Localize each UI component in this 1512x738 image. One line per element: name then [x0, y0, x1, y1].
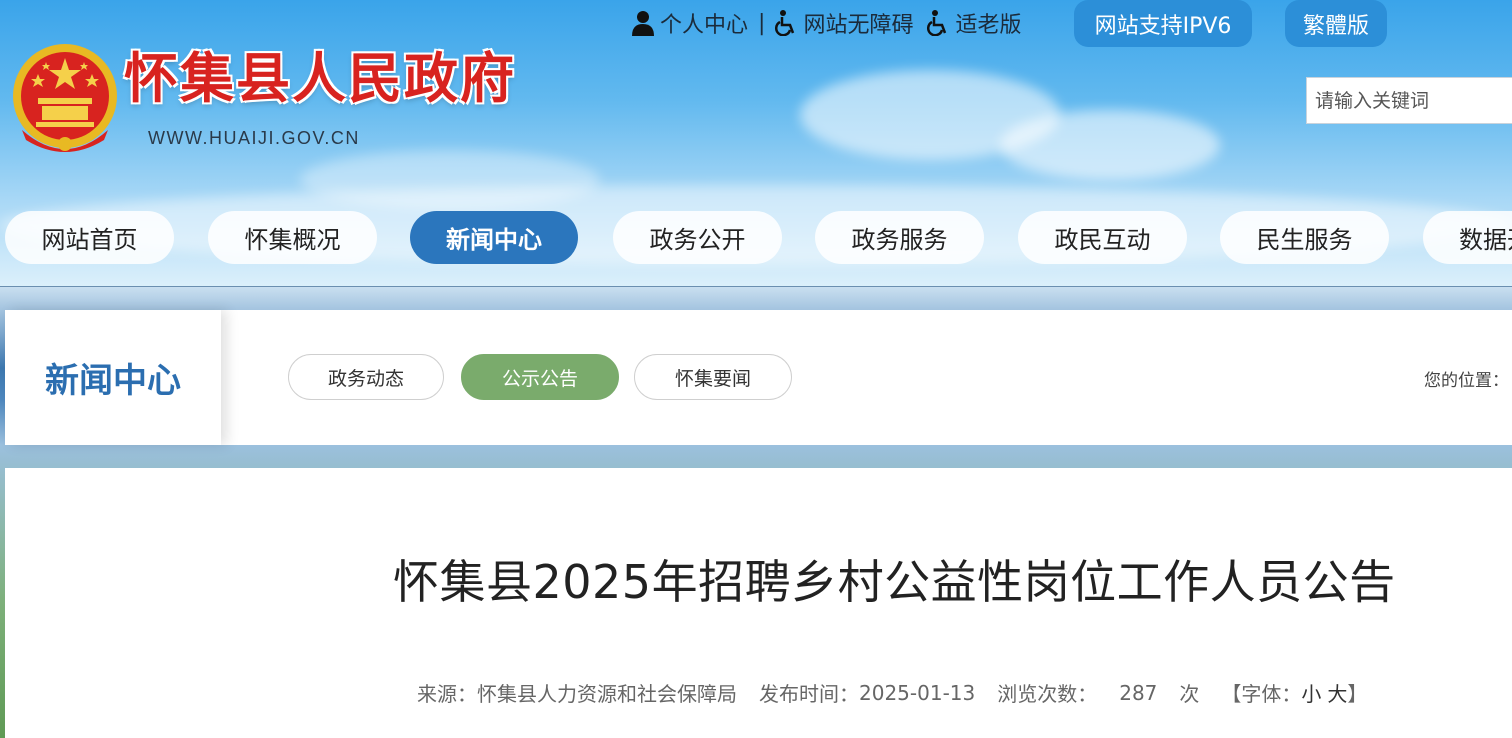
nav-item-interaction[interactable]: 政民互动 — [1018, 211, 1187, 264]
top-links-separator: | — [758, 10, 766, 36]
site-title[interactable]: 怀集县人民政府 — [124, 48, 516, 110]
article-content: 怀集县2025年招聘乡村公益性岗位工作人员公告 来源： 怀集县人力资源和社会保障… — [5, 468, 1512, 738]
views-label: 浏览次数： — [997, 682, 1098, 706]
cloud-decoration — [1000, 110, 1220, 180]
article-title: 怀集县2025年招聘乡村公益性岗位工作人员公告 — [393, 555, 1396, 609]
traditional-chinese-button[interactable]: 繁體版 — [1285, 0, 1387, 47]
section-title-box: 新闻中心 — [5, 310, 221, 445]
views-unit: 次 — [1179, 682, 1200, 706]
nav-item-open-data[interactable]: 数据开 — [1423, 211, 1512, 264]
national-emblem-icon[interactable] — [8, 40, 122, 160]
source-value: 怀集县人力资源和社会保障局 — [477, 682, 737, 706]
font-size-label: 【字体： — [1221, 682, 1302, 706]
elderly-mode-label: 适老版 — [955, 13, 1022, 38]
breadcrumb-location-label: 您的位置： — [1424, 371, 1509, 391]
site-header: 怀集县人民政府 WWW.HUAIJI.GOV.CN 个人中心 | 网站无障碍 适… — [0, 0, 1512, 287]
section-header: 新闻中心 政务动态 公示公告 怀集要闻 您的位置： — [5, 310, 1512, 445]
personal-center-label: 个人中心 — [660, 13, 749, 38]
site-url: WWW.HUAIJI.GOV.CN — [148, 128, 360, 148]
nav-item-news[interactable]: 新闻中心 — [410, 211, 578, 264]
nav-item-home[interactable]: 网站首页 — [5, 211, 174, 264]
font-size-close: 】 — [1347, 682, 1368, 706]
nav-item-overview[interactable]: 怀集概况 — [208, 211, 377, 264]
tab-huaiji-news[interactable]: 怀集要闻 — [634, 354, 792, 400]
personal-center-link[interactable]: 个人中心 — [632, 7, 748, 39]
top-links: 个人中心 | 网站无障碍 适老版 — [632, 6, 1021, 40]
search-input[interactable] — [1306, 77, 1512, 124]
source-label: 来源： — [417, 682, 477, 706]
person-icon — [632, 11, 654, 36]
elderly-mode-link[interactable]: 适老版 — [927, 7, 1021, 39]
date-value: 2025-01-13 — [859, 680, 976, 705]
font-small-button[interactable]: 小 — [1301, 678, 1321, 707]
tab-announcements[interactable]: 公示公告 — [461, 354, 619, 400]
article-meta: 来源： 怀集县人力资源和社会保障局 发布时间： 2025-01-13 浏览次数：… — [417, 678, 1367, 707]
elderly-icon — [927, 10, 947, 36]
nav-item-gov-info[interactable]: 政务公开 — [613, 211, 782, 264]
section-title: 新闻中心 — [45, 361, 181, 401]
accessibility-label: 网站无障碍 — [803, 13, 914, 38]
ipv6-button[interactable]: 网站支持IPV6 — [1074, 0, 1252, 47]
wheelchair-icon — [775, 10, 795, 36]
font-large-button[interactable]: 大 — [1327, 678, 1347, 707]
tab-gov-news[interactable]: 政务动态 — [288, 354, 444, 400]
views-count: 287 — [1119, 680, 1158, 705]
nav-item-gov-services[interactable]: 政务服务 — [815, 211, 984, 264]
date-label: 发布时间： — [759, 682, 859, 706]
accessibility-link[interactable]: 网站无障碍 — [775, 7, 913, 39]
nav-item-livelihood[interactable]: 民生服务 — [1220, 211, 1389, 264]
